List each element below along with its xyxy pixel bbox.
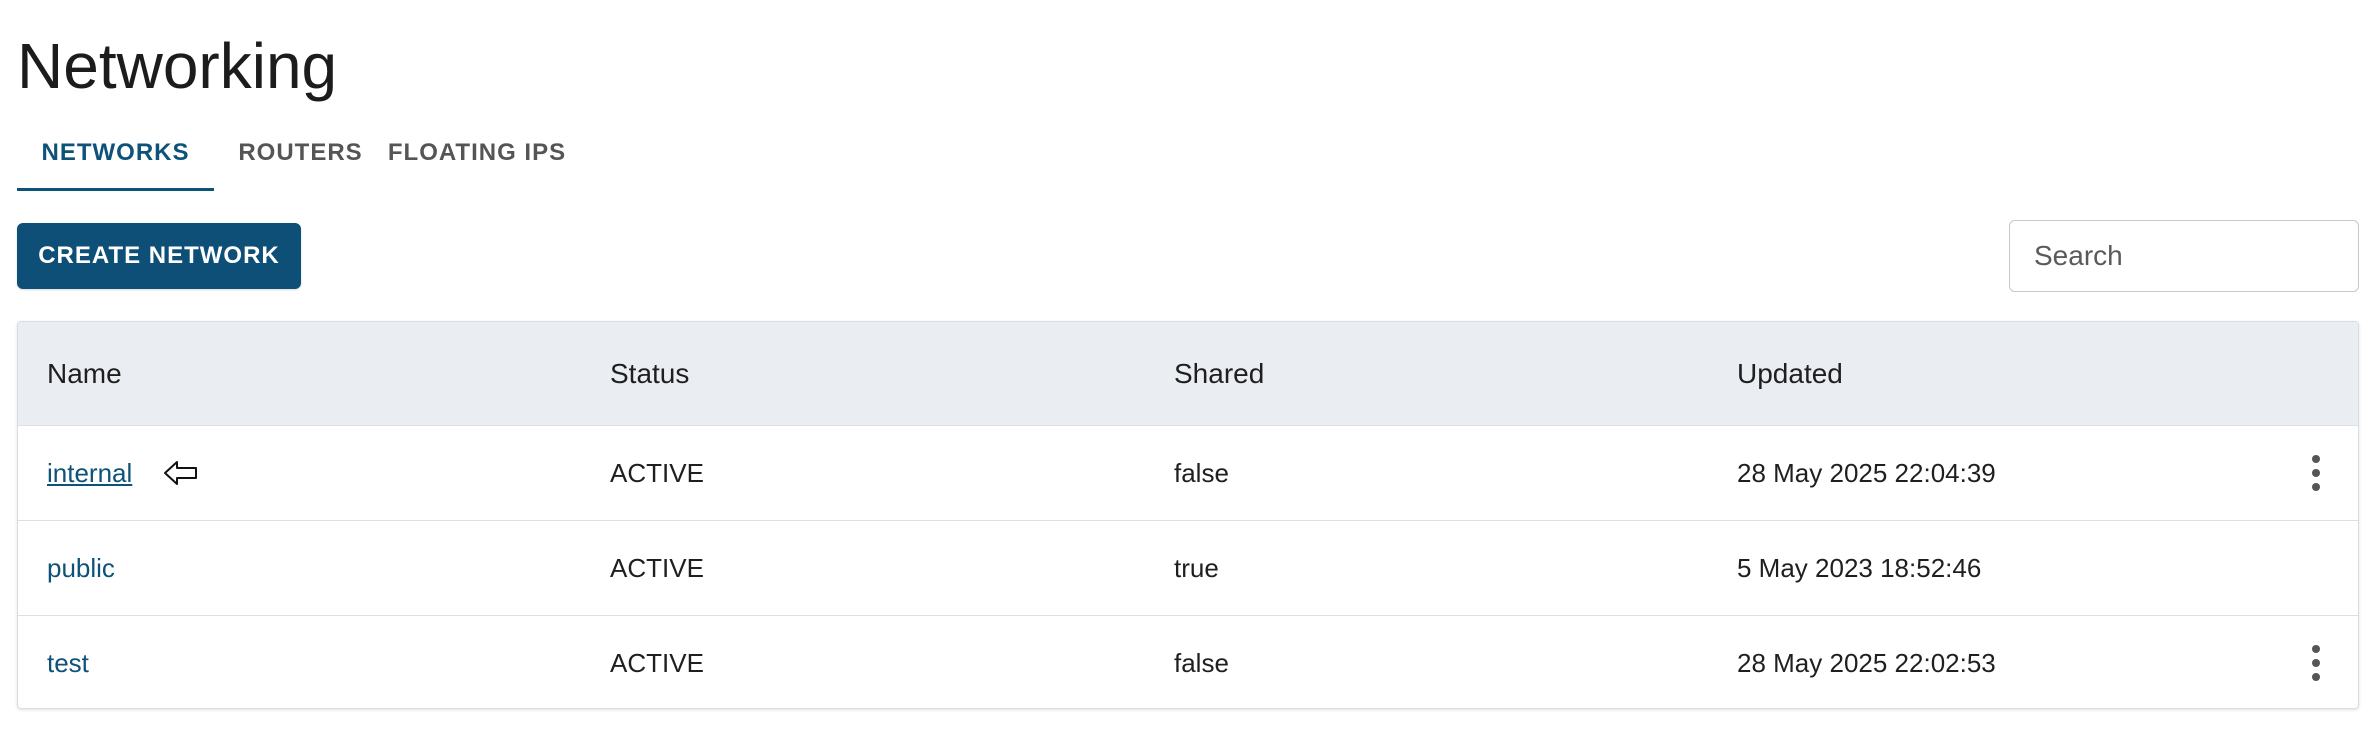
column-header-name[interactable]: Name: [47, 322, 122, 425]
networking-page: Networking NETWORKS ROUTERS FLOATING IPS…: [0, 0, 2378, 750]
table-row: test ACTIVE false 28 May 2025 22:02:53: [18, 616, 2358, 708]
table-header: Name Status Shared Updated: [18, 322, 2358, 426]
network-link-internal[interactable]: internal: [47, 458, 132, 489]
more-vert-icon[interactable]: [2310, 455, 2322, 491]
updated-cell: 5 May 2023 18:52:46: [1737, 552, 1982, 583]
updated-cell: 28 May 2025 22:02:53: [1737, 647, 1996, 678]
page-title: Networking: [17, 30, 338, 102]
tab-bar: NETWORKS ROUTERS FLOATING IPS: [17, 115, 567, 191]
status-cell: ACTIVE: [610, 647, 704, 678]
updated-cell: 28 May 2025 22:04:39: [1737, 457, 1996, 488]
table-row: public ACTIVE true 5 May 2023 18:52:46: [18, 521, 2358, 616]
shared-cell: false: [1174, 647, 1229, 678]
status-cell: ACTIVE: [610, 457, 704, 488]
shared-cell: true: [1174, 552, 1219, 583]
column-header-shared[interactable]: Shared: [1174, 322, 1264, 425]
tab-routers[interactable]: ROUTERS: [214, 115, 387, 191]
name-cell: test: [47, 616, 89, 708]
shared-cell: false: [1174, 457, 1229, 488]
network-link-test[interactable]: test: [47, 648, 89, 679]
more-vert-icon[interactable]: [2310, 645, 2322, 681]
networks-table: Name Status Shared Updated internal ACTI…: [17, 321, 2359, 709]
table-row: internal ACTIVE false 28 May 2025 22:04:…: [18, 426, 2358, 521]
tab-floating-ips[interactable]: FLOATING IPS: [387, 115, 567, 191]
tab-networks[interactable]: NETWORKS: [17, 115, 214, 191]
column-header-updated[interactable]: Updated: [1737, 322, 1843, 425]
name-cell: internal: [47, 426, 132, 520]
column-header-status[interactable]: Status: [610, 322, 689, 425]
network-link-public[interactable]: public: [47, 553, 115, 584]
status-cell: ACTIVE: [610, 552, 704, 583]
create-network-button[interactable]: CREATE NETWORK: [17, 223, 301, 289]
name-cell: public: [47, 521, 115, 615]
hand-pointer-icon: [164, 461, 197, 485]
search-input[interactable]: [2009, 220, 2359, 292]
